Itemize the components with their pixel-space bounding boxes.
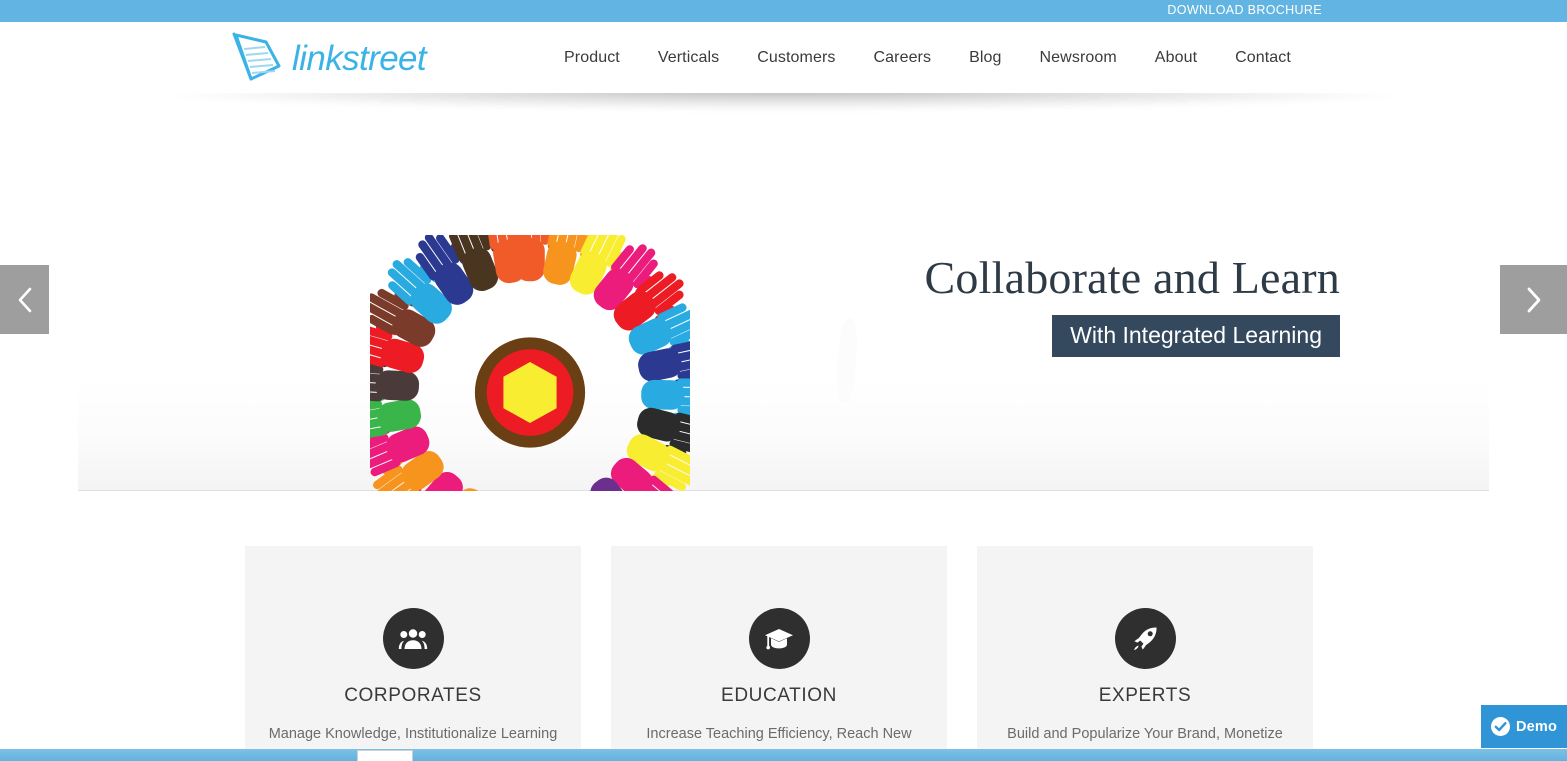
nav-item-blog[interactable]: Blog	[950, 43, 1020, 73]
top-utility-bar: DOWNLOAD BROCHURE	[0, 0, 1567, 22]
logo-wordmark: linkstreet	[292, 38, 427, 78]
chevron-right-icon	[1524, 286, 1544, 314]
nav-item-customers[interactable]: Customers	[738, 43, 854, 73]
demo-button-label: Demo	[1516, 718, 1558, 735]
nav-item-contact[interactable]: Contact	[1216, 43, 1310, 73]
segment-card-title: CORPORATES	[344, 685, 482, 706]
hero-subtitle: With Integrated Learning	[1052, 314, 1340, 357]
download-brochure-link[interactable]: DOWNLOAD BROCHURE	[1167, 3, 1322, 17]
segment-card-title: EXPERTS	[1098, 685, 1192, 706]
nav-item-about[interactable]: About	[1136, 43, 1216, 73]
segment-card-title: EDUCATION	[721, 685, 837, 706]
hero-subtitle-wrapper: With Integrated Learning	[780, 314, 1340, 357]
segments-section: CORPORATES Manage Knowledge, Institution…	[0, 492, 1567, 761]
segment-card-corporates[interactable]: CORPORATES Manage Knowledge, Institution…	[245, 546, 581, 761]
graduation-cap-icon	[748, 608, 810, 669]
hero-title: Collaborate and Learn	[924, 252, 1340, 303]
circle-of-hands-illustration	[370, 235, 690, 491]
segment-card-description: Increase Teaching Efficiency, Reach New	[646, 726, 912, 742]
nav-item-careers[interactable]: Careers	[854, 43, 950, 73]
hero-copy: Collaborate and Learn With Integrated Le…	[780, 253, 1340, 357]
segment-card-experts[interactable]: EXPERTS Build and Popularize Your Brand,…	[977, 546, 1313, 761]
people-group-icon	[382, 608, 444, 669]
nav-item-product[interactable]: Product	[545, 43, 639, 73]
page-root: DOWNLOAD BROCHURE linkstreet Product Ver…	[0, 0, 1567, 761]
segment-card-description: Manage Knowledge, Institutionalize Learn…	[268, 726, 558, 742]
carousel-next-button[interactable]	[1500, 265, 1567, 334]
check-circle-icon	[1491, 717, 1510, 736]
rocket-icon	[1114, 608, 1176, 669]
segment-card-list: CORPORATES Manage Knowledge, Institution…	[245, 546, 1313, 761]
carousel-prev-button[interactable]	[0, 265, 49, 334]
segment-card-description: Build and Popularize Your Brand, Monetiz…	[1007, 726, 1283, 742]
linkstreet-page-icon	[232, 32, 286, 82]
hero-carousel: Collaborate and Learn With Integrated Le…	[0, 93, 1567, 491]
nav-item-verticals[interactable]: Verticals	[639, 43, 738, 73]
logo-link[interactable]: linkstreet	[232, 32, 427, 82]
segment-card-education[interactable]: EDUCATION Increase Teaching Efficiency, …	[611, 546, 947, 761]
chevron-left-icon	[15, 286, 35, 314]
main-navigation: Product Verticals Customers Careers Blog…	[545, 22, 1310, 93]
nav-item-newsroom[interactable]: Newsroom	[1021, 43, 1136, 73]
os-taskbar-item[interactable]	[357, 750, 413, 761]
os-taskbar	[0, 749, 1567, 761]
site-header: linkstreet Product Verticals Customers C…	[0, 22, 1567, 93]
demo-button[interactable]: Demo	[1481, 705, 1567, 748]
